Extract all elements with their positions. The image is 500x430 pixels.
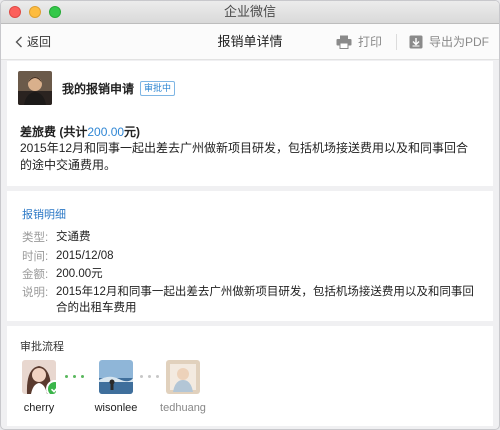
back-button[interactable]: 返回 — [15, 24, 51, 59]
detail-value: 2015/12/08 — [56, 250, 114, 262]
approver-name: tedhuang — [160, 402, 206, 414]
approved-check-icon — [46, 380, 56, 394]
flow-connector — [65, 375, 84, 378]
export-pdf-button[interactable]: 导出为PDF — [409, 33, 489, 50]
applicant-name: 我的报销申请 — [62, 81, 135, 96]
avatar — [22, 360, 56, 394]
expense-title: 差旅费 (共计200.00元) — [20, 123, 140, 140]
divider — [395, 33, 397, 50]
export-label: 导出为PDF — [428, 35, 489, 49]
maximize-window-button[interactable] — [49, 6, 61, 18]
title-bar: 企业微信 — [1, 1, 499, 24]
expense-unit: 元) — [124, 125, 141, 139]
download-icon — [409, 35, 423, 48]
expense-total: 200.00 — [87, 125, 125, 139]
avatar — [166, 360, 200, 394]
detail-value: 200.00元 — [56, 268, 103, 280]
detail-label: 金额: — [22, 269, 49, 281]
approver-cherry[interactable]: cherry — [9, 360, 69, 414]
approver-name: wisonlee — [94, 402, 138, 414]
approver-name: cherry — [23, 402, 55, 414]
nav-bar: 返回 报销单详情 打印 导出为PDF — [1, 24, 499, 60]
approver-wisonlee[interactable]: wisonlee — [86, 360, 146, 414]
minimize-window-button[interactable] — [29, 6, 41, 18]
expense-type: 差旅费 (共计 — [20, 125, 88, 139]
status-badge: 审批中 — [140, 80, 176, 96]
approver-tedhuang[interactable]: tedhuang — [153, 360, 213, 414]
print-button[interactable]: 打印 — [336, 33, 382, 50]
detail-row-amount: 金额: 200.00元 — [22, 266, 476, 282]
detail-label: 类型: — [22, 232, 49, 244]
window-title: 企业微信 — [223, 4, 276, 19]
print-label: 打印 — [357, 35, 382, 49]
section-heading[interactable]: 报销明细 — [22, 206, 66, 222]
printer-icon — [336, 35, 352, 49]
app-window: 企业微信 返回 报销单详情 打印 导出为PDF 我的报销申请 审批中 差旅费 (… — [0, 0, 500, 430]
back-label: 返回 — [27, 35, 52, 49]
detail-row-note: 说明: 2015年12月和同事一起出差去广州做新项目研发，包括机场接送费用以及和… — [22, 284, 476, 316]
approval-flow-card: 审批流程 cherry wisonlee tedhuang — [7, 326, 493, 426]
avatar[interactable] — [18, 71, 52, 105]
close-window-button[interactable] — [9, 6, 21, 18]
expense-description: 2015年12月和同事一起出差去广州做新项目研发，包括机场接送费用以及和同事回合… — [20, 141, 469, 172]
detail-label: 时间: — [22, 251, 49, 263]
nav-actions: 打印 导出为PDF — [336, 24, 489, 59]
summary-card: 我的报销申请 审批中 差旅费 (共计200.00元) 2015年12月和同事一起… — [7, 61, 493, 186]
section-heading: 审批流程 — [20, 341, 64, 353]
window-controls — [9, 6, 61, 18]
detail-row-date: 时间: 2015/12/08 — [22, 248, 476, 264]
applicant-header: 我的报销申请 审批中 — [18, 71, 176, 105]
chevron-left-icon — [15, 36, 22, 47]
detail-label: 说明: — [22, 287, 49, 299]
avatar — [99, 360, 133, 394]
detail-value: 2015年12月和同事一起出差去广州做新项目研发，包括机场接送费用以及和同事回合… — [56, 286, 474, 314]
detail-row-type: 类型: 交通费 — [22, 229, 476, 245]
detail-value: 交通费 — [56, 231, 91, 243]
detail-card: 报销明细 类型: 交通费 时间: 2015/12/08 金额: 200.00元 … — [7, 191, 493, 321]
